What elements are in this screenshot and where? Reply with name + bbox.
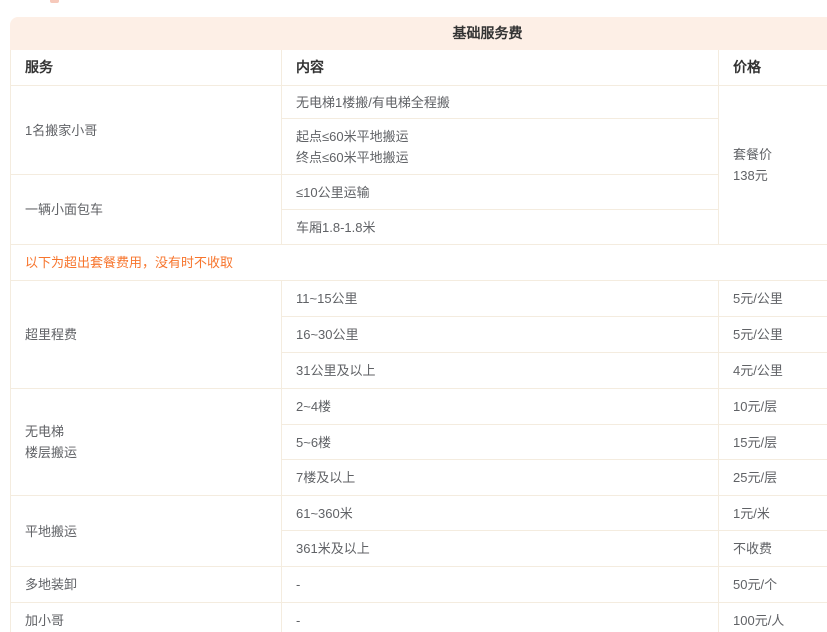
price-cell: 25元/层	[719, 460, 827, 496]
col-header-content: 内容	[282, 50, 719, 86]
pricing-table: 服务 内容 价格 1名搬家小哥 无电梯1楼搬/有电梯全程搬 套餐价 138元 起…	[10, 50, 827, 632]
service-cell-van: 一辆小面包车	[11, 175, 282, 245]
table-row: 多地装卸 - 50元/个	[11, 567, 827, 603]
service-cell-no-elevator: 无电梯 楼层搬运	[11, 389, 282, 496]
table-row: 无电梯 楼层搬运 2~4楼 10元/层	[11, 389, 827, 425]
content-cell: 16~30公里	[282, 317, 719, 353]
table-header-row: 服务 内容 价格	[11, 50, 827, 86]
table-row: 加小哥 - 100元/人	[11, 603, 827, 632]
price-cell: 10元/层	[719, 389, 827, 425]
extra-fees-notice: 以下为超出套餐费用，没有时不收取	[11, 245, 827, 281]
content-cell: 5~6楼	[282, 425, 719, 460]
pricing-card: 基础服务费 服务 内容 价格 1名搬家小哥 无电梯1楼搬/有电梯全程搬 套餐价 …	[10, 17, 827, 632]
page: 基础服务费 服务 内容 价格 1名搬家小哥 无电梯1楼搬/有电梯全程搬 套餐价 …	[0, 0, 827, 632]
package-price-cell: 套餐价 138元	[719, 86, 827, 245]
col-header-service: 服务	[11, 50, 282, 86]
price-cell: 50元/个	[719, 567, 827, 603]
price-cell: 5元/公里	[719, 281, 827, 317]
service-cell-over-mileage: 超里程费	[11, 281, 282, 389]
notice-row: 以下为超出套餐费用，没有时不收取	[11, 245, 827, 281]
card-title: 基础服务费	[10, 17, 827, 50]
col-header-price: 价格	[719, 50, 827, 86]
content-cell: 无电梯1楼搬/有电梯全程搬	[282, 86, 719, 119]
service-cell-mover: 1名搬家小哥	[11, 86, 282, 175]
price-cell: 15元/层	[719, 425, 827, 460]
content-cell: 361米及以上	[282, 531, 719, 567]
top-edge-marker	[50, 0, 59, 3]
content-cell: -	[282, 603, 719, 632]
content-cell: 起点≤60米平地搬运 终点≤60米平地搬运	[282, 119, 719, 175]
table-row: 超里程费 11~15公里 5元/公里	[11, 281, 827, 317]
table-row: 平地搬运 61~360米 1元/米	[11, 496, 827, 531]
service-cell-flat-ground: 平地搬运	[11, 496, 282, 567]
table-row: 一辆小面包车 ≤10公里运输	[11, 175, 827, 210]
service-cell-multi-stop: 多地装卸	[11, 567, 282, 603]
price-cell: 1元/米	[719, 496, 827, 531]
content-cell: 2~4楼	[282, 389, 719, 425]
content-cell: ≤10公里运输	[282, 175, 719, 210]
content-cell: 11~15公里	[282, 281, 719, 317]
price-cell: 5元/公里	[719, 317, 827, 353]
price-cell: 4元/公里	[719, 353, 827, 389]
content-cell: 61~360米	[282, 496, 719, 531]
price-cell: 100元/人	[719, 603, 827, 632]
price-cell: 不收费	[719, 531, 827, 567]
service-cell-extra-mover: 加小哥	[11, 603, 282, 632]
content-cell: 7楼及以上	[282, 460, 719, 496]
content-cell: -	[282, 567, 719, 603]
content-cell: 31公里及以上	[282, 353, 719, 389]
content-cell: 车厢1.8-1.8米	[282, 210, 719, 245]
table-row: 1名搬家小哥 无电梯1楼搬/有电梯全程搬 套餐价 138元	[11, 86, 827, 119]
